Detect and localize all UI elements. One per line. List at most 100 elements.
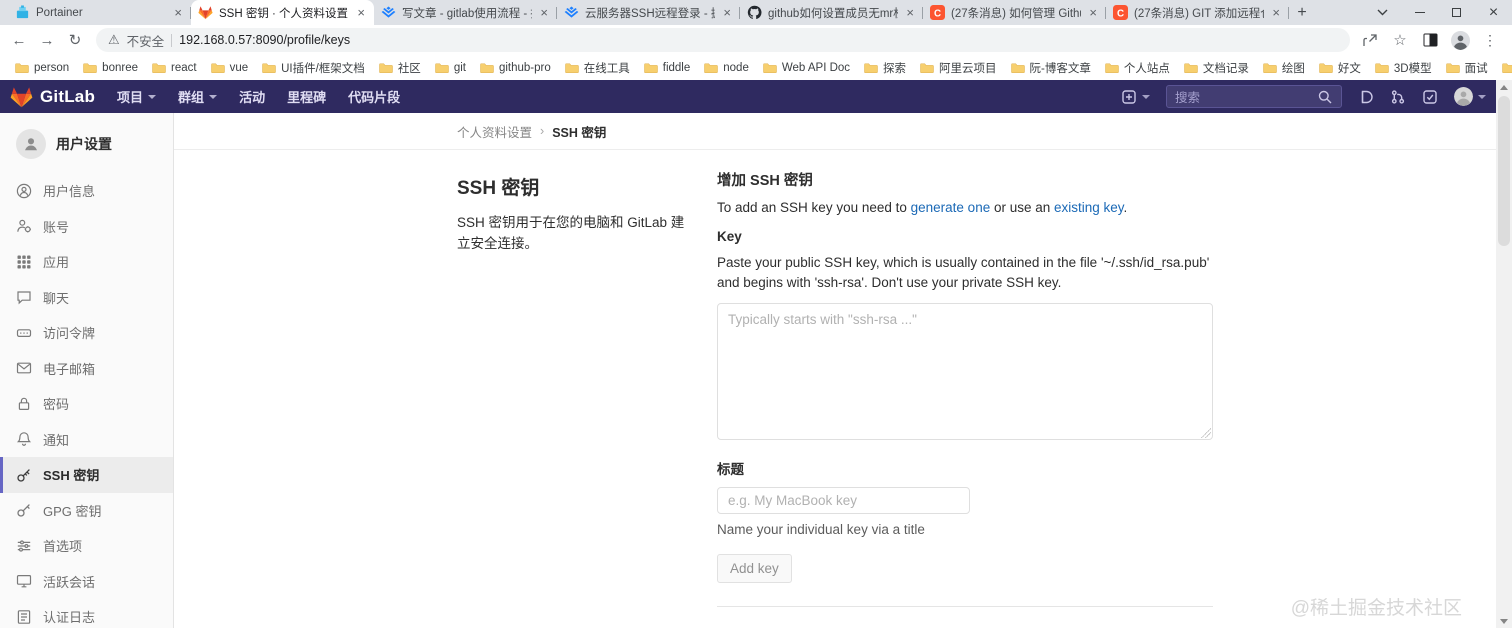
tab-close-icon[interactable]: × [1270,5,1282,20]
address-bar[interactable]: ⚠ 不安全 192.168.0.57:8090/profile/keys [96,28,1350,52]
scroll-down-icon[interactable] [1496,614,1512,628]
bookmark-item[interactable]: 阿里云项目 [913,58,1004,78]
navbar-menu-item[interactable]: 里程碑 [287,87,326,106]
tab-close-icon[interactable]: × [1087,5,1099,20]
browser-tab[interactable]: C (27条消息) 如何管理 Github 组 × [923,0,1106,25]
tab-close-icon[interactable]: × [355,5,367,20]
todos-icon[interactable] [1422,89,1438,105]
browser-tab[interactable]: 云服务器SSH远程登录 - 掘金 × [557,0,740,25]
bookmark-item[interactable]: bonree [76,59,145,76]
chevron-down-icon [148,94,157,99]
bookmark-item[interactable]: 文档记录 [1177,58,1256,78]
maximize-button[interactable] [1438,0,1475,25]
sidebar-item[interactable]: 首选项 [0,528,173,564]
navbar-menu-item[interactable]: 项目 [117,87,157,106]
scroll-up-icon[interactable] [1496,80,1512,94]
bookmark-item[interactable]: fiddle [637,59,698,76]
bookmark-item[interactable]: 面试 [1439,58,1495,78]
brand-name[interactable]: GitLab [40,87,95,107]
merge-requests-icon[interactable] [1390,89,1406,105]
sidebar-item[interactable]: 电子邮箱 [0,351,173,387]
sidebar-item[interactable]: 通知 [0,422,173,458]
sidebar-item[interactable]: 应用 [0,244,173,280]
key-help-text: Paste your public SSH key, which is usua… [717,255,1210,290]
folder-icon [379,61,393,74]
bookmark-item[interactable]: docker疑难 [1495,58,1512,78]
bookmark-item[interactable]: vue [204,59,256,76]
bookmark-item[interactable]: 绘图 [1256,58,1312,78]
reload-button[interactable]: ↻ [62,27,88,53]
existing-key-link[interactable]: existing key [1054,200,1124,215]
bookmark-item[interactable]: react [145,59,204,76]
sidebar-item[interactable]: 账号 [0,209,173,245]
gitlab-logo[interactable]: GitLab [10,86,95,108]
bookmark-item[interactable]: 探索 [857,58,913,78]
tab-close-icon[interactable]: × [172,5,184,20]
side-panel-icon[interactable] [1418,28,1442,52]
navbar-search-input[interactable]: 搜索 [1166,85,1342,108]
user-menu[interactable] [1454,87,1486,106]
bookmark-item[interactable]: github-pro [473,59,558,76]
bookmark-item[interactable]: 在线工具 [558,58,637,78]
toolbar-icons: ☆ ⋮ [1358,28,1506,52]
minimize-button[interactable] [1401,0,1438,25]
new-tab-button[interactable]: + [1289,0,1315,25]
sidebar-item[interactable]: 密码 [0,386,173,422]
profile-icon [16,183,32,199]
issues-icon[interactable] [1358,89,1374,105]
sidebar-item[interactable]: 用户信息 [0,173,173,209]
bookmark-item[interactable]: Web API Doc [756,59,857,76]
page-scrollbar[interactable] [1496,80,1512,628]
bookmark-item[interactable]: node [697,59,756,76]
sidebar-item[interactable]: SSH 密钥 [0,457,173,493]
generate-one-link[interactable]: generate one [911,200,991,215]
share-icon[interactable] [1358,28,1382,52]
bookmark-item[interactable]: 3D模型 [1368,58,1439,78]
tab-close-icon[interactable]: × [904,5,916,20]
tab-close-icon[interactable]: × [721,5,733,20]
sidebar-item[interactable]: 认证日志 [0,599,173,628]
bookmark-item[interactable]: git [428,59,473,76]
bookmark-item[interactable]: person [8,59,76,76]
browser-menu-icon[interactable]: ⋮ [1478,28,1502,52]
browser-tab[interactable]: SSH 密钥 · 个人资料设置 · GitLab × [191,0,374,25]
search-icon [1317,89,1333,105]
browser-tab[interactable]: 写文章 - gitlab使用流程 - 掘金 × [374,0,557,25]
security-label[interactable]: 不安全 [127,31,165,50]
browser-tab[interactable]: github如何设置成员无mr权限_ × [740,0,923,25]
add-key-button[interactable]: Add key [717,554,792,584]
folder-icon [565,61,579,74]
bookmark-item[interactable]: 社区 [372,58,428,78]
sidebar-item[interactable]: GPG 密钥 [0,493,173,529]
bookmark-item[interactable]: 个人站点 [1098,58,1177,78]
title-label: 标题 [717,462,744,478]
sidebar-item[interactable]: 访问令牌 [0,315,173,351]
back-button[interactable]: ← [6,27,32,53]
folder-icon [262,61,276,74]
folder-icon [152,61,166,74]
navbar-menu-item[interactable]: 群组 [178,87,218,106]
navbar-menu-item[interactable]: 代码片段 [348,87,400,106]
navbar-menu-item[interactable]: 活动 [239,87,265,106]
profile-avatar[interactable] [1448,28,1472,52]
bookmark-item[interactable]: 阮-博客文章 [1004,58,1098,78]
tab-close-icon[interactable]: × [538,5,550,20]
close-window-button[interactable]: × [1475,0,1512,25]
juejin-icon [381,5,396,20]
new-menu-button[interactable] [1121,89,1150,105]
tab-search-chevron-icon[interactable] [1364,0,1401,25]
key-title-input[interactable] [717,487,970,515]
browser-tab[interactable]: Portainer × [8,0,191,25]
bookmark-item[interactable]: 好文 [1312,58,1368,78]
bookmark-star-icon[interactable]: ☆ [1388,28,1412,52]
browser-tab[interactable]: C (27条消息) GIT 添加远程仓库的 × [1106,0,1289,25]
breadcrumb-parent[interactable]: 个人资料设置 [457,122,532,141]
ssh-key-textarea[interactable] [717,303,1213,441]
bookmark-item[interactable]: UI插件/框架文档 [255,58,372,78]
sidebar-item[interactable]: 活跃会话 [0,564,173,600]
forward-button[interactable]: → [34,27,60,53]
scrollbar-thumb[interactable] [1498,96,1510,246]
sidebar-item[interactable]: 聊天 [0,280,173,316]
url-text[interactable]: 192.168.0.57:8090/profile/keys [179,33,350,47]
chevron-down-icon [1478,94,1486,99]
